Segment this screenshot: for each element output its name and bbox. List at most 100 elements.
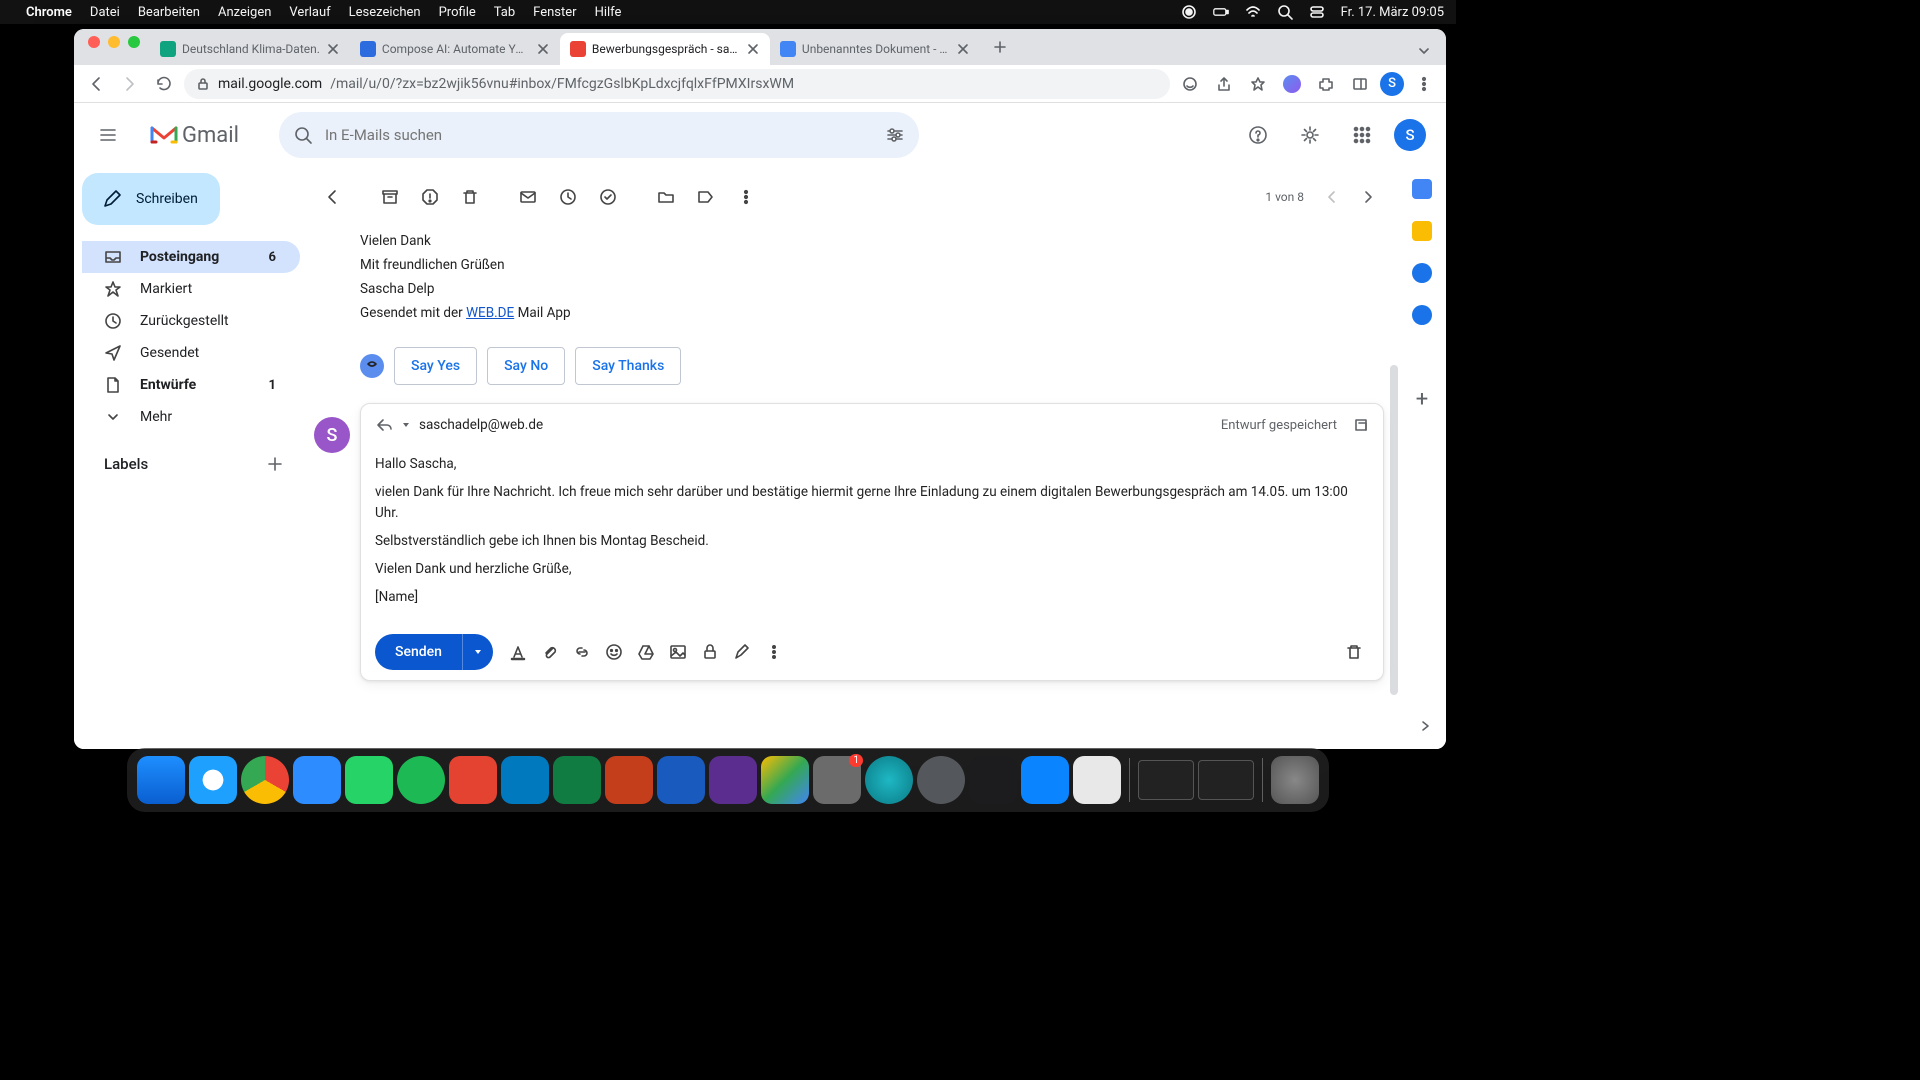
sidebar-item-starred[interactable]: Markiert (82, 273, 300, 305)
sidebar-item-sent[interactable]: Gesendet (82, 337, 300, 369)
dock-zoom[interactable] (293, 756, 341, 804)
menu-fenster[interactable]: Fenster (533, 5, 576, 20)
menu-bearbeiten[interactable]: Bearbeiten (138, 5, 200, 20)
sidebar-item-drafts[interactable]: Entwürfe 1 (82, 369, 300, 401)
account-avatar[interactable]: S (1394, 119, 1426, 151)
menu-lesezeichen[interactable]: Lesezeichen (349, 5, 421, 20)
suggest-yes-button[interactable]: Say Yes (394, 347, 477, 385)
send-options-button[interactable] (462, 634, 493, 670)
control-center-icon[interactable] (1309, 4, 1325, 20)
back-to-inbox-button[interactable] (314, 179, 350, 215)
formatting-icon[interactable] (503, 637, 533, 667)
sidebar-item-inbox[interactable]: Posteingang 6 (82, 241, 300, 273)
privacy-icon[interactable] (1176, 70, 1204, 98)
browser-tab[interactable]: Compose AI: Automate Your W (350, 33, 560, 65)
archive-button[interactable] (372, 179, 408, 215)
browser-tab[interactable]: Unbenanntes Dokument - Goo (770, 33, 980, 65)
insert-drive-icon[interactable] (631, 637, 661, 667)
dock-quicktime[interactable] (917, 756, 965, 804)
suggest-no-button[interactable]: Say No (487, 347, 565, 385)
get-addons-icon[interactable]: + (1416, 387, 1428, 412)
send-button[interactable]: Senden (375, 634, 462, 670)
dock-drive[interactable] (761, 756, 809, 804)
battery-icon[interactable] (1213, 4, 1229, 20)
compose-button[interactable]: Schreiben (82, 173, 220, 225)
menu-tab[interactable]: Tab (494, 5, 515, 20)
prev-message-button[interactable] (1316, 181, 1348, 213)
screen-record-icon[interactable] (1181, 4, 1197, 20)
attach-icon[interactable] (535, 637, 565, 667)
menu-profile[interactable]: Profile (439, 5, 476, 20)
reload-button[interactable] (150, 70, 178, 98)
minimize-window-button[interactable] (108, 36, 120, 48)
reply-type-dropdown-icon[interactable] (401, 420, 411, 430)
menu-datei[interactable]: Datei (90, 5, 120, 20)
menu-verlauf[interactable]: Verlauf (289, 5, 330, 20)
close-tab-icon[interactable] (536, 42, 550, 56)
search-input[interactable] (325, 126, 885, 144)
dock-word[interactable] (657, 756, 705, 804)
dock-minimized-window[interactable] (1138, 760, 1194, 800)
menu-hilfe[interactable]: Hilfe (595, 5, 622, 20)
discard-draft-icon[interactable] (1339, 637, 1369, 667)
browser-tab-active[interactable]: Bewerbungsgespräch - sascha (560, 33, 770, 65)
dock-trash[interactable] (1271, 756, 1319, 804)
next-message-button[interactable] (1352, 181, 1384, 213)
suggest-thanks-button[interactable]: Say Thanks (575, 347, 681, 385)
more-actions-icon[interactable] (728, 179, 764, 215)
keep-addon-icon[interactable] (1412, 221, 1432, 241)
popout-icon[interactable] (1353, 417, 1369, 433)
extension-icon[interactable] (1278, 70, 1306, 98)
tasks-addon-icon[interactable] (1412, 263, 1432, 283)
back-button[interactable] (82, 70, 110, 98)
menu-anzeigen[interactable]: Anzeigen (218, 5, 271, 20)
dock-powerpoint[interactable] (605, 756, 653, 804)
emoji-icon[interactable] (599, 637, 629, 667)
support-icon[interactable] (1238, 115, 1278, 155)
gmail-logo[interactable]: Gmail (150, 123, 239, 148)
dock-safari[interactable] (189, 756, 237, 804)
menubar-clock[interactable]: Fr. 17. März 09:05 (1341, 5, 1444, 20)
dock-spotify[interactable] (397, 756, 445, 804)
search-tune-icon[interactable] (885, 125, 905, 145)
hamburger-menu-icon[interactable] (86, 113, 130, 157)
snooze-button[interactable] (550, 179, 586, 215)
fullscreen-window-button[interactable] (128, 36, 140, 48)
more-compose-options-icon[interactable] (759, 637, 789, 667)
close-tab-icon[interactable] (956, 42, 970, 56)
dock-app[interactable] (1073, 756, 1121, 804)
insert-link-icon[interactable] (567, 637, 597, 667)
browser-tab[interactable]: Deutschland Klima-Daten. (150, 33, 350, 65)
close-window-button[interactable] (88, 36, 100, 48)
new-tab-button[interactable] (986, 33, 1014, 61)
dock-voice-memos[interactable] (969, 756, 1017, 804)
add-to-tasks-button[interactable] (590, 179, 626, 215)
dock-chrome[interactable] (241, 756, 289, 804)
share-icon[interactable] (1210, 70, 1238, 98)
wifi-icon[interactable] (1245, 4, 1261, 20)
scrollbar[interactable] (1390, 365, 1398, 695)
insert-image-icon[interactable] (663, 637, 693, 667)
collapse-sidepanel-icon[interactable] (1418, 719, 1432, 733)
close-tab-icon[interactable] (326, 42, 340, 56)
app-menu[interactable]: Chrome (26, 5, 72, 20)
profile-avatar[interactable]: S (1380, 72, 1404, 96)
dock-whatsapp[interactable] (345, 756, 393, 804)
dock-app-store[interactable] (1021, 756, 1069, 804)
dock-settings[interactable] (813, 756, 861, 804)
dock-siri[interactable] (865, 756, 913, 804)
dock-finder[interactable] (137, 756, 185, 804)
dock-trello[interactable] (501, 756, 549, 804)
report-spam-button[interactable] (412, 179, 448, 215)
sidebar-item-more[interactable]: Mehr (82, 401, 300, 433)
forward-button[interactable] (116, 70, 144, 98)
labels-button[interactable] (688, 179, 724, 215)
sidepanel-icon[interactable] (1346, 70, 1374, 98)
address-bar[interactable]: mail.google.com/mail/u/0/?zx=bz2wjik56vn… (184, 69, 1170, 99)
reply-body[interactable]: Hallo Sascha, vielen Dank für Ihre Nachr… (361, 454, 1383, 628)
settings-gear-icon[interactable] (1290, 115, 1330, 155)
sidebar-item-snoozed[interactable]: Zurückgestellt (82, 305, 300, 337)
move-to-button[interactable] (648, 179, 684, 215)
link[interactable]: WEB.DE (466, 305, 514, 321)
reply-to-address[interactable]: saschadelp@web.de (419, 417, 543, 433)
